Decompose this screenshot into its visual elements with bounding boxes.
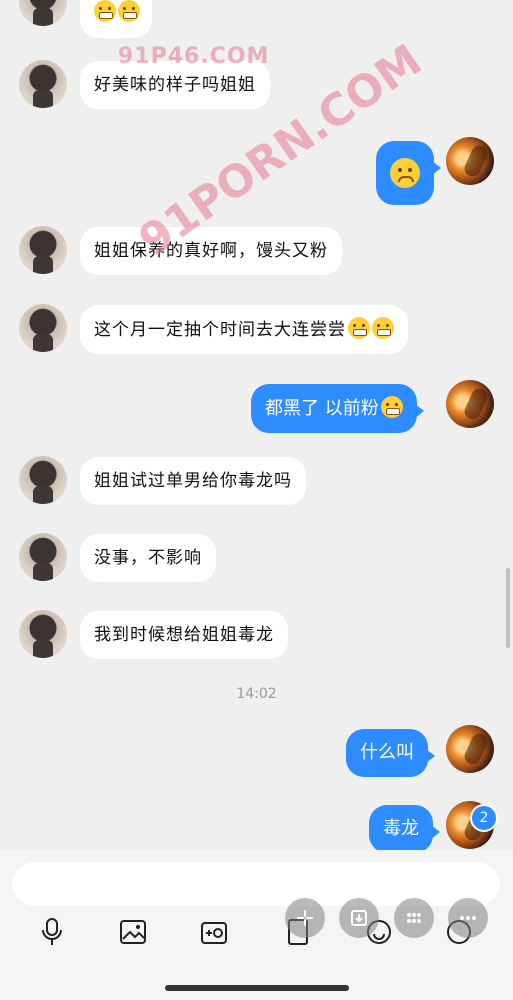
avatar[interactable] xyxy=(446,725,494,773)
message-bubble[interactable]: 什么叫 xyxy=(346,729,435,777)
camera-icon[interactable] xyxy=(196,914,232,950)
avatar[interactable] xyxy=(19,0,67,26)
avatar[interactable] xyxy=(19,60,67,108)
message-bubble[interactable]: 好美味的样子吗姐姐 xyxy=(80,61,270,109)
message-bubble[interactable]: 毒龙 xyxy=(369,805,440,850)
avatar[interactable] xyxy=(19,226,67,274)
composer xyxy=(0,850,513,1000)
message-text: 都黑了 以前粉 xyxy=(265,398,379,419)
message-bubble[interactable]: 没事，不影响 xyxy=(80,534,216,582)
scrollbar[interactable] xyxy=(506,568,510,648)
unread-badge: 2 xyxy=(470,804,498,832)
message-bubble[interactable]: 姐姐保养的真好啊，馒头又粉 xyxy=(80,227,342,275)
emoji-icon xyxy=(390,158,420,188)
message-bubble-partial[interactable] xyxy=(80,0,152,38)
emoji-icon xyxy=(94,0,116,22)
chat-area[interactable]: 好美味的样子吗姐姐 姐姐保养的真好啊，馒头又粉 这个月一定抽个时间去大连尝尝 都… xyxy=(0,0,513,850)
message-bubble[interactable]: 都黑了 以前粉 xyxy=(251,384,424,433)
sparkle-icon[interactable] xyxy=(285,898,325,938)
message-input[interactable] xyxy=(12,862,500,906)
avatar[interactable] xyxy=(446,380,494,428)
message-bubble[interactable] xyxy=(376,141,441,205)
avatar[interactable] xyxy=(19,304,67,352)
avatar[interactable] xyxy=(446,137,494,185)
emoji-icon xyxy=(372,317,394,339)
message-bubble[interactable]: 姐姐试过单男给你毒龙吗 xyxy=(80,457,306,505)
message-bubble[interactable]: 我到时候想给姐姐毒龙 xyxy=(80,611,288,659)
home-indicator[interactable] xyxy=(165,985,349,991)
download-icon[interactable] xyxy=(339,898,379,938)
emoji-icon xyxy=(118,0,140,22)
emoji-icon xyxy=(348,317,370,339)
avatar[interactable] xyxy=(19,533,67,581)
microphone-icon[interactable] xyxy=(34,914,70,950)
avatar[interactable] xyxy=(19,456,67,504)
timestamp: 14:02 xyxy=(236,686,277,702)
emoji-icon xyxy=(380,396,403,418)
message-text: 这个月一定抽个时间去大连尝尝 xyxy=(94,320,346,340)
more-icon[interactable] xyxy=(448,898,488,938)
message-bubble[interactable]: 这个月一定抽个时间去大连尝尝 xyxy=(80,305,408,354)
image-icon[interactable] xyxy=(115,914,151,950)
grid-icon[interactable] xyxy=(394,898,434,938)
avatar[interactable] xyxy=(19,610,67,658)
